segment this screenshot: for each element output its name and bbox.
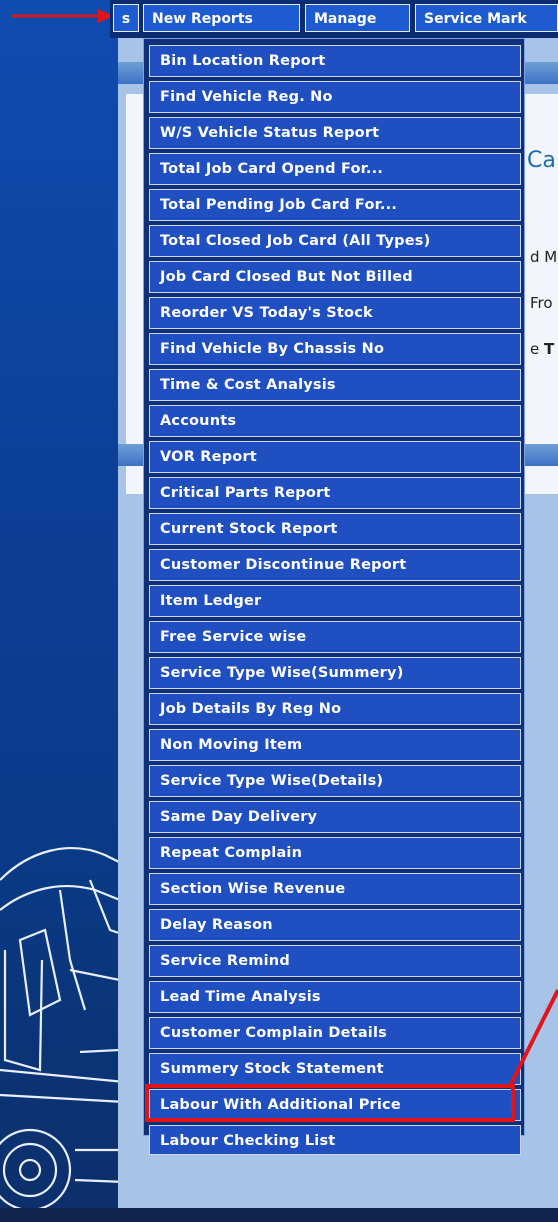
page-title-fragment: Ca: [527, 148, 556, 173]
menu-tab-service-mark[interactable]: Service Mark: [415, 4, 558, 32]
label-fragment-1: d M: [530, 248, 558, 266]
menu-item-total-job-card-opend[interactable]: Total Job Card Opend For...: [149, 153, 521, 185]
menu-item-delay-reason[interactable]: Delay Reason: [149, 909, 521, 941]
menu-item-service-type-wise-summery[interactable]: Service Type Wise(Summery): [149, 657, 521, 689]
menu-item-reorder-vs-todays-stock[interactable]: Reorder VS Today's Stock: [149, 297, 521, 329]
menu-tab-new-reports[interactable]: New Reports: [143, 4, 300, 32]
menu-item-non-moving-item[interactable]: Non Moving Item: [149, 729, 521, 761]
menu-item-customer-discontinue-report[interactable]: Customer Discontinue Report: [149, 549, 521, 581]
menu-item-labour-checking-list[interactable]: Labour Checking List: [149, 1125, 521, 1155]
menu-item-repeat-complain[interactable]: Repeat Complain: [149, 837, 521, 869]
menu-item-summery-stock-statement[interactable]: Summery Stock Statement: [149, 1053, 521, 1085]
menu-item-accounts[interactable]: Accounts: [149, 405, 521, 437]
highlight-box: [145, 1084, 515, 1122]
menu-item-service-type-wise-details[interactable]: Service Type Wise(Details): [149, 765, 521, 797]
menu-item-free-service-wise[interactable]: Free Service wise: [149, 621, 521, 653]
bottom-strip: [0, 1208, 558, 1222]
menu-item-bin-location-report[interactable]: Bin Location Report: [149, 45, 521, 77]
menu-item-vor-report[interactable]: VOR Report: [149, 441, 521, 473]
menu-item-find-vehicle-by-chassis[interactable]: Find Vehicle By Chassis No: [149, 333, 521, 365]
label-fragment-2: Fro: [530, 294, 553, 312]
menu-item-find-vehicle-reg-no[interactable]: Find Vehicle Reg. No: [149, 81, 521, 113]
menu-tab-manage[interactable]: Manage: [305, 4, 410, 32]
menu-item-job-card-closed-not-billed[interactable]: Job Card Closed But Not Billed: [149, 261, 521, 293]
menu-item-service-remind[interactable]: Service Remind: [149, 945, 521, 977]
menu-item-same-day-delivery[interactable]: Same Day Delivery: [149, 801, 521, 833]
menu-item-total-closed-job-card[interactable]: Total Closed Job Card (All Types): [149, 225, 521, 257]
menu-item-item-ledger[interactable]: Item Ledger: [149, 585, 521, 617]
arrow-right-icon: [12, 9, 114, 23]
menu-item-section-wise-revenue[interactable]: Section Wise Revenue: [149, 873, 521, 905]
menu-item-lead-time-analysis[interactable]: Lead Time Analysis: [149, 981, 521, 1013]
new-reports-dropdown: Bin Location Report Find Vehicle Reg. No…: [143, 38, 525, 1155]
menu-item-customer-complain-details[interactable]: Customer Complain Details: [149, 1017, 521, 1049]
menu-item-time-cost-analysis[interactable]: Time & Cost Analysis: [149, 369, 521, 401]
menu-item-total-pending-job-card[interactable]: Total Pending Job Card For...: [149, 189, 521, 221]
menu-tab-previous[interactable]: s: [113, 4, 139, 32]
menu-item-current-stock-report[interactable]: Current Stock Report: [149, 513, 521, 545]
menu-item-job-details-by-reg-no[interactable]: Job Details By Reg No: [149, 693, 521, 725]
truck-illustration: [0, 847, 125, 1212]
menu-item-ws-vehicle-status-report[interactable]: W/S Vehicle Status Report: [149, 117, 521, 149]
label-fragment-3: e T: [530, 340, 555, 358]
menu-item-critical-parts-report[interactable]: Critical Parts Report: [149, 477, 521, 509]
